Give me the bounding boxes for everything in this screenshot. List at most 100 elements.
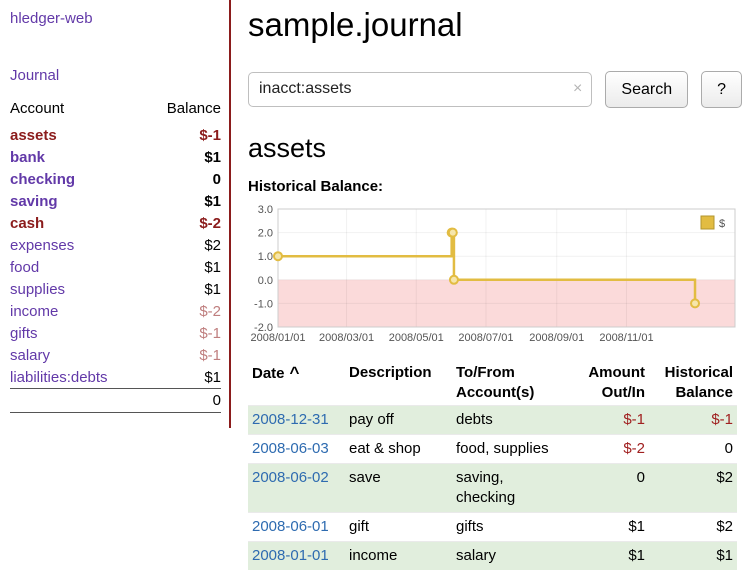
search-button[interactable]: Search (605, 71, 688, 108)
register-col-amount: Amount Out/In (577, 361, 649, 406)
register-col-date[interactable]: Date^ (248, 361, 345, 406)
account-row: income $-2 (10, 300, 221, 322)
accounts-total-row: 0 (10, 389, 221, 413)
register-col-accounts: To/From Account(s) (452, 361, 577, 406)
transaction-row: 2008-01-01incomesalary$1$1 (248, 542, 737, 571)
account-link[interactable]: expenses (10, 237, 74, 254)
account-link[interactable]: food (10, 259, 39, 276)
transaction-accounts: salary (452, 542, 577, 571)
account-balance: $1 (146, 278, 221, 300)
app-title-link[interactable]: hledger-web (10, 10, 93, 27)
accounts-table: Account Balance assets $-1 bank $1 checking 0… (10, 98, 221, 413)
register-col-balance-line2: Balance (675, 384, 733, 401)
account-link[interactable]: income (10, 303, 58, 320)
transaction-date-link[interactable]: 2008-06-02 (252, 469, 329, 486)
x-axis-tick-label: 2008/11/01 (599, 332, 653, 344)
register-header-row: Date^ Description To/From Account(s) Amo… (248, 361, 737, 406)
account-row: cash $-2 (10, 212, 221, 234)
account-balance: $1 (146, 146, 221, 168)
account-link[interactable]: assets (10, 127, 57, 144)
account-link[interactable]: bank (10, 149, 45, 166)
page-title: sample.journal (248, 6, 742, 44)
account-balance: $1 (146, 366, 221, 389)
accounts-total-value: 0 (146, 389, 221, 413)
transaction-date-link[interactable]: 2008-06-01 (252, 518, 329, 535)
account-row: checking 0 (10, 168, 221, 190)
transaction-description: pay off (345, 406, 452, 435)
clear-search-icon[interactable]: × (573, 81, 582, 97)
sort-ascending-icon: ^ (290, 363, 300, 382)
data-point-marker (449, 229, 457, 237)
account-link[interactable]: salary (10, 347, 50, 364)
account-link[interactable]: liabilities:debts (10, 369, 108, 386)
register-col-amount-line2: Out/In (602, 384, 645, 401)
account-link[interactable]: supplies (10, 281, 65, 298)
register-col-amount-line1: Amount (588, 364, 645, 381)
account-balance: $2 (146, 234, 221, 256)
search-input[interactable] (249, 73, 591, 98)
transaction-description: save (345, 464, 452, 513)
transaction-balance: 0 (649, 435, 737, 464)
legend-label: $ (719, 218, 725, 230)
transaction-accounts: food, supplies (452, 435, 577, 464)
register-col-balance: Historical Balance (649, 361, 737, 406)
account-balance: $1 (146, 190, 221, 212)
account-link[interactable]: gifts (10, 325, 38, 342)
transaction-date-link[interactable]: 2008-06-03 (252, 440, 329, 457)
transaction-balance: $-1 (649, 406, 737, 435)
transaction-row: 2008-06-03 eat & shopfood, supplies$-20 (248, 435, 737, 464)
transaction-accounts: debts (452, 406, 577, 435)
account-row: liabilities:debts $1 (10, 366, 221, 389)
account-row: gifts$-1 (10, 322, 221, 344)
balance-chart-svg: 3.02.01.00.0-1.0-2.02008/01/012008/03/01… (248, 203, 738, 347)
x-axis-tick-label: 2008/03/01 (319, 332, 374, 344)
register-col-balance-line1: Historical (665, 364, 733, 381)
account-row: salary $-1 (10, 344, 221, 366)
transaction-row: 2008-06-01giftgifts$1$2 (248, 513, 737, 542)
x-axis-tick-label: 2008/05/01 (389, 332, 444, 344)
y-axis-tick-label: 3.0 (258, 204, 273, 216)
transaction-description: eat & shop (345, 435, 452, 464)
x-axis-tick-label: 2008/07/01 (458, 332, 513, 344)
data-point-marker (450, 276, 458, 284)
account-link[interactable]: saving (10, 193, 58, 210)
account-balance: 0 (146, 168, 221, 190)
account-balance: $-1 (146, 344, 221, 366)
historical-balance-chart: 3.02.01.00.0-1.0-2.02008/01/012008/03/01… (248, 203, 742, 347)
transaction-amount: $1 (577, 542, 649, 571)
help-button[interactable]: ? (701, 71, 742, 108)
register-col-description: Description (345, 361, 452, 406)
account-row: bank $1 (10, 146, 221, 168)
transaction-accounts: gifts (452, 513, 577, 542)
account-balance: $-2 (146, 212, 221, 234)
account-link[interactable]: cash (10, 215, 44, 232)
accounts-col-balance: Balance (146, 98, 221, 124)
transaction-date-link[interactable]: 2008-01-01 (252, 547, 329, 564)
transaction-description: gift (345, 513, 452, 542)
data-point-marker (691, 299, 699, 307)
x-axis-tick-label: 2008/01/01 (250, 332, 305, 344)
sidebar: hledger-web Journal Account Balance asse… (0, 0, 231, 428)
register-col-accounts-line1: To/From (456, 364, 515, 381)
transaction-date-link[interactable]: 2008-12-31 (252, 411, 329, 428)
y-axis-tick-label: 1.0 (258, 251, 273, 263)
nav-journal-link[interactable]: Journal (10, 67, 59, 84)
transaction-amount: $-2 (577, 435, 649, 464)
transaction-balance: $2 (649, 464, 737, 513)
register-table: Date^ Description To/From Account(s) Amo… (248, 361, 737, 570)
accounts-header-row: Account Balance (10, 98, 221, 124)
transaction-description: income (345, 542, 452, 571)
transaction-accounts: saving, checking (452, 464, 577, 513)
y-axis-tick-label: -1.0 (254, 298, 273, 310)
transaction-row: 2008-12-31pay offdebts$-1$-1 (248, 406, 737, 435)
transaction-row: 2008-06-02 savesaving, checking0$2 (248, 464, 737, 513)
transaction-amount: $-1 (577, 406, 649, 435)
account-balance: $-1 (146, 124, 221, 146)
main-content: sample.journal × Search ? assets Histori… (248, 0, 742, 570)
account-balance: $-2 (146, 300, 221, 322)
y-axis-tick-label: 2.0 (258, 228, 273, 240)
account-link[interactable]: checking (10, 171, 75, 188)
account-row: assets $-1 (10, 124, 221, 146)
transaction-amount: 0 (577, 464, 649, 513)
data-point-marker (274, 252, 282, 260)
